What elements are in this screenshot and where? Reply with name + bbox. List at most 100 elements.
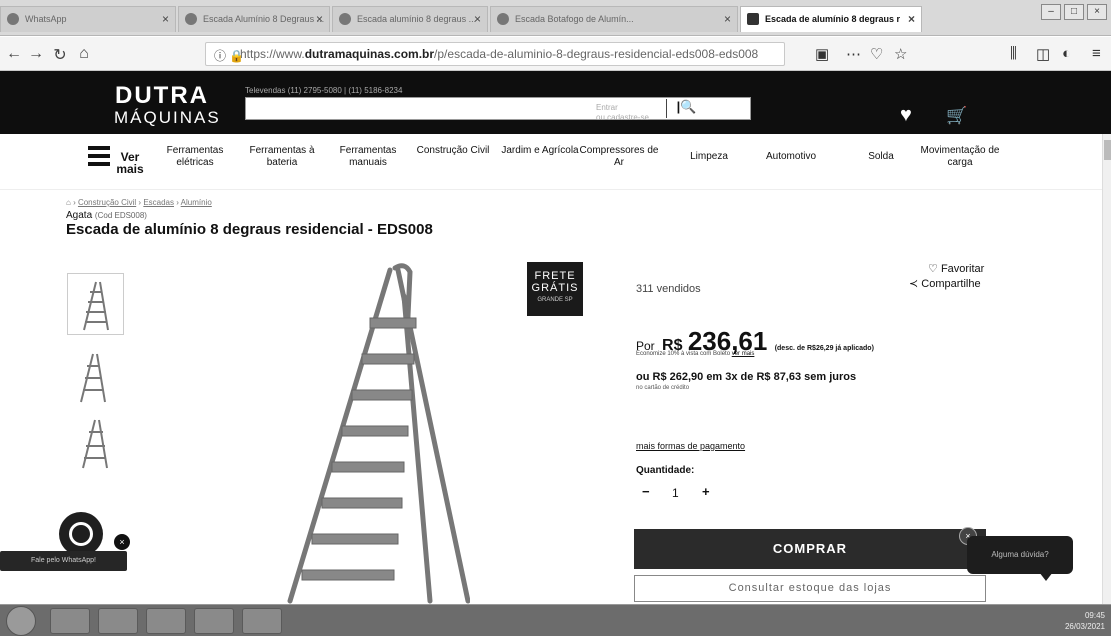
favoritar-button[interactable]: ♡ Favoritar [928,262,984,275]
whatsapp-close-icon[interactable]: × [114,534,130,550]
nav-item-compressores[interactable]: Compressores de Ar [574,145,664,169]
cart-icon[interactable]: 🛒 [946,106,967,126]
tab-escada-active[interactable]: Escada de alumínio 8 degraus r × [740,6,922,32]
more-options-icon[interactable]: ⋯ [846,45,861,63]
close-icon[interactable]: × [474,12,481,26]
site-favicon-icon [747,13,759,25]
thumbnail-3[interactable] [67,412,124,474]
breadcrumb-item[interactable]: Alumínio [181,198,212,207]
hamburger-menu-icon[interactable] [88,146,110,170]
nav-item-limpeza[interactable]: Limpeza [664,151,754,163]
taskbar-media-icon[interactable] [146,608,186,634]
reload-icon[interactable]: ↻ [50,45,70,65]
close-icon[interactable]: × [162,12,169,26]
close-icon[interactable]: × [724,12,731,26]
page-scrollbar[interactable] [1102,134,1111,604]
consultar-estoque-button[interactable]: Consultar estoque das lojas [634,575,986,602]
whatsapp-icon [69,522,93,546]
home-icon[interactable]: ⌂ [74,45,94,63]
close-window-button[interactable]: × [1087,4,1107,20]
maximize-button[interactable]: □ [1064,4,1084,20]
bookmark-star-icon[interactable]: ☆ [894,45,907,63]
nav-item-automotivo[interactable]: Automotivo [746,151,836,163]
whatsapp-button[interactable] [59,512,103,556]
system-clock[interactable]: 09:45 26/03/2021 [1065,610,1105,632]
sold-count: 311 vendidos [636,283,701,295]
lock-icon: ⓘ 🔒 [214,49,245,63]
back-icon[interactable]: ← [4,45,24,63]
nav-item-solda[interactable]: Solda [836,151,926,163]
reader-view-icon[interactable]: ▣ [815,45,829,63]
home-icon[interactable]: ⌂ [66,198,71,207]
logo[interactable]: DUTRA [115,82,209,110]
clock-date: 26/03/2021 [1064,622,1105,631]
payment-options-link[interactable]: mais formas de pagamento [636,441,745,451]
taskbar-word-icon[interactable] [194,608,234,634]
product-code: (Cod EDS008) [94,211,147,220]
nav-item-construcao-civil[interactable]: Construção Civil [408,145,498,157]
site-favicon-icon [339,13,351,25]
forward-icon[interactable]: → [26,45,46,63]
breadcrumb-item[interactable]: Construção Civil [78,198,136,207]
scrollbar-thumb[interactable] [1104,140,1111,160]
menu-icon[interactable]: ≡ [1092,45,1101,62]
thumbnail-1[interactable] [67,273,124,335]
sidebar-icon[interactable]: ◫ [1036,45,1050,63]
whatsapp-label[interactable]: Fale pelo WhatsApp! [0,551,127,571]
url-domain: dutramaquinas.com.br [304,47,435,61]
tab-label: Escada Botafogo de Alumín... [515,14,634,24]
wishlist-heart-icon[interactable]: ♥ [900,104,912,127]
frete-line3: GRANDE SP [537,297,573,303]
nav-item-jardim-agricola[interactable]: Jardim e Agrícola [495,145,585,157]
extension-icon[interactable]: ◐ [1062,45,1071,62]
url-bar[interactable]: ⓘ 🔒 https://www.dutramaquinas.com.br/p/e… [205,42,785,66]
window-controls: – □ × [1041,4,1107,20]
share-icon: ≺ [909,278,919,290]
logo-subtitle[interactable]: MÁQUINAS [114,108,221,128]
brand-name[interactable]: Agata [66,210,92,221]
close-icon[interactable]: × [908,12,915,26]
nav-item-movimentacao[interactable]: Movimentação de carga [915,145,1005,169]
product-brand: Agata (Cod EDS008) [66,210,147,221]
economize-label: Economize 10% à vista com Boleto [636,351,731,357]
chat-bubble[interactable]: Alguma dúvida? [967,536,1073,574]
close-icon[interactable]: × [316,12,323,26]
breadcrumb-item[interactable]: Escadas [143,198,174,207]
ladder-thumbnail-icon [80,353,106,403]
tab-label: WhatsApp [25,14,67,24]
tab-escada-2[interactable]: Escada alumínio 8 degraus ... × [332,6,488,32]
nav-item-ferramentas-eletricas[interactable]: Ferramentas elétricas [150,145,240,169]
quantity-stepper: − 1 + [636,484,716,506]
increase-quantity-button[interactable]: + [702,484,710,499]
tab-whatsapp[interactable]: WhatsApp × [0,6,176,32]
nav-item-ferramentas-manuais[interactable]: Ferramentas manuais [323,145,413,169]
ver-mais-link[interactable]: ver mais [732,351,755,357]
taskbar-explorer-icon[interactable] [98,608,138,634]
url-prefix: https://www. [240,47,305,61]
login-line1: Entrar [596,103,618,112]
tab-escada-1[interactable]: Escada Alumínio 8 Degraus ... × [178,6,330,32]
pocket-icon[interactable]: ♡ [870,45,883,63]
taskbar-firefox-icon[interactable] [242,608,282,634]
frete-line1: FRETE [534,270,576,282]
compartilhe-button[interactable]: ≺ Compartilhe [909,277,981,290]
thumbnail-2[interactable] [67,346,124,408]
quantity-value[interactable]: 1 [672,486,679,500]
login-link[interactable]: Entrar ou cadastre-se [596,103,649,123]
comprar-button[interactable]: COMPRAR [634,529,986,569]
clock-time: 09:45 [1084,611,1105,620]
ver-mais-button[interactable]: Ver mais [116,151,144,175]
search-button[interactable]: |🔍 [666,99,706,118]
nav-item-ferramentas-bateria[interactable]: Ferramentas à bateria [237,145,327,169]
search-input[interactable]: |🔍 [245,97,751,120]
start-button[interactable] [6,606,36,636]
chat-bubble-tail [1039,572,1053,581]
user-icon[interactable] [572,104,588,119]
taskbar-ie-icon[interactable] [50,608,90,634]
minimize-button[interactable]: – [1041,4,1061,20]
tab-escada-3[interactable]: Escada Botafogo de Alumín... × [490,6,738,32]
product-main-image[interactable] [240,256,471,608]
site-header: DUTRA MÁQUINAS Televendas (11) 2795-5080… [0,71,1111,134]
decrease-quantity-button[interactable]: − [642,484,650,499]
library-icon[interactable]: ⫼ [1010,45,1017,62]
